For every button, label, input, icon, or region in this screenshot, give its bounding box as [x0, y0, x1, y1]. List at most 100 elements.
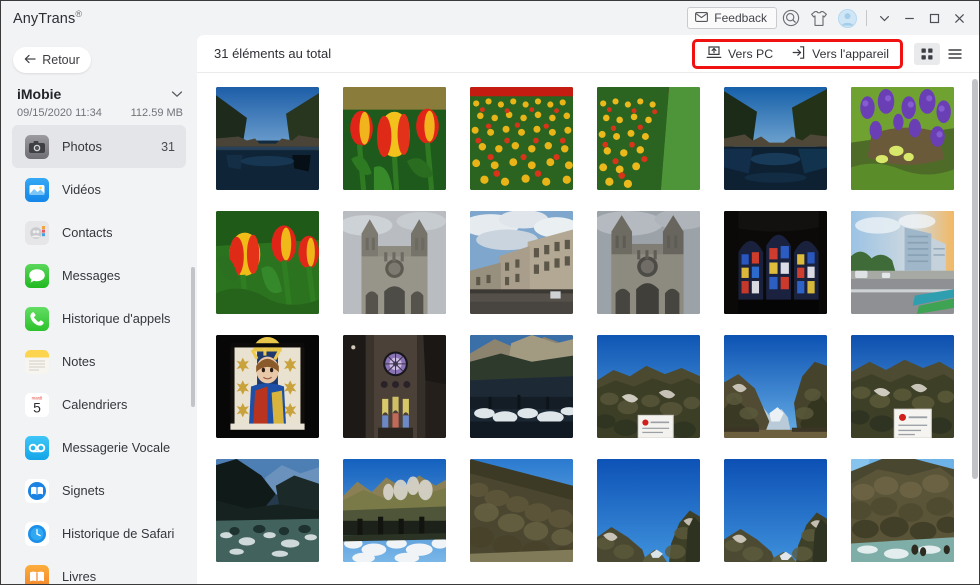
- to-device-label: Vers l'appareil: [812, 46, 889, 61]
- title-bar: AnyTrans® Feedback: [1, 1, 979, 35]
- safari-history-icon: [25, 521, 49, 546]
- sidebar-item-contacts[interactable]: Contacts: [12, 211, 186, 254]
- content-toolbar: 31 éléments au total Vers PC Vers l'appa…: [197, 35, 979, 73]
- sidebar-item-label: Livres: [62, 569, 97, 584]
- sidebar-item-voicemail[interactable]: Messagerie Vocale: [12, 426, 186, 469]
- photo-thumbnail[interactable]: [216, 459, 319, 562]
- photo-thumbnail[interactable]: [343, 459, 446, 562]
- sidebar-item-label: Historique d'appels: [62, 311, 171, 326]
- sidebar-item-label: Messagerie Vocale: [62, 440, 171, 455]
- device-selector[interactable]: iMobie: [17, 85, 183, 103]
- app-title-text: AnyTrans: [13, 10, 76, 27]
- title-bar-controls: Feedback: [687, 5, 979, 31]
- transfer-buttons-highlight: Vers PC Vers l'appareil: [692, 38, 903, 69]
- toolbar-actions: Vers PC Vers l'appareil: [692, 38, 979, 69]
- photo-thumbnail[interactable]: [851, 87, 954, 190]
- photo-thumbnail[interactable]: [724, 211, 827, 314]
- minimize-icon[interactable]: [897, 5, 922, 31]
- sidebar-item-label: Calendriers: [62, 397, 128, 412]
- total-count-label: 31 éléments au total: [214, 46, 332, 61]
- notes-icon: [25, 349, 49, 374]
- feedback-button[interactable]: Feedback: [687, 7, 777, 29]
- registered-mark: ®: [75, 9, 83, 20]
- sidebar-item-bookmarks[interactable]: Signets: [12, 469, 186, 512]
- sidebar-scrollbar[interactable]: [191, 267, 195, 407]
- to-pc-button[interactable]: Vers PC: [700, 43, 779, 65]
- calendar-icon: mardi 5: [25, 392, 49, 417]
- device-meta: 09/15/2020 11:34 112.59 MB: [17, 107, 183, 119]
- close-icon[interactable]: [947, 5, 972, 31]
- sidebar-item-label: Historique de Safari: [62, 526, 175, 541]
- photo-thumbnail[interactable]: [470, 335, 573, 438]
- app-title: AnyTrans®: [13, 9, 82, 27]
- sidebar-item-messages[interactable]: Messages: [12, 254, 186, 297]
- device-date: 09/15/2020 11:34: [17, 107, 102, 119]
- user-avatar-icon[interactable]: [833, 5, 861, 31]
- skin-theme-icon[interactable]: [805, 5, 833, 31]
- photo-thumbnail[interactable]: [343, 335, 446, 438]
- sidebar-item-notes[interactable]: Notes: [12, 340, 186, 383]
- sidebar-item-label: Contacts: [62, 225, 113, 240]
- photo-thumbnail[interactable]: [470, 211, 573, 314]
- content-scrollbar[interactable]: [972, 79, 978, 479]
- photo-thumbnail[interactable]: [216, 211, 319, 314]
- sidebar: Retour iMobie 09/15/2020 11:34 112.59 MB: [1, 35, 197, 584]
- import-to-device-icon: [791, 45, 806, 63]
- photo-grid-scroll-area: [197, 73, 979, 584]
- photo-thumbnail[interactable]: [470, 87, 573, 190]
- sidebar-item-call-history[interactable]: Historique d'appels: [12, 297, 186, 340]
- photo-thumbnail[interactable]: [851, 211, 954, 314]
- to-pc-label: Vers PC: [728, 46, 774, 61]
- photo-thumbnail[interactable]: [724, 335, 827, 438]
- photo-thumbnail[interactable]: [724, 87, 827, 190]
- grid-view-icon[interactable]: [914, 42, 940, 65]
- svg-text:5: 5: [33, 399, 41, 415]
- device-name: iMobie: [17, 86, 62, 102]
- photo-thumbnail[interactable]: [343, 87, 446, 190]
- photo-thumbnail[interactable]: [597, 87, 700, 190]
- photo-thumbnail[interactable]: [216, 87, 319, 190]
- photo-thumbnail[interactable]: [343, 211, 446, 314]
- sidebar-item-books[interactable]: Livres: [12, 555, 186, 584]
- sidebar-item-photos[interactable]: Photos 31: [12, 125, 186, 168]
- photo-thumbnail[interactable]: [851, 335, 954, 438]
- contacts-icon: [25, 220, 49, 245]
- back-button-label: Retour: [42, 53, 80, 67]
- sidebar-item-calendars[interactable]: mardi 5 Calendriers: [12, 383, 186, 426]
- arrow-left-icon: [24, 53, 37, 67]
- sidebar-item-label: Signets: [62, 483, 105, 498]
- search-icon[interactable]: [777, 5, 805, 31]
- list-view-icon[interactable]: [942, 43, 968, 65]
- photo-grid: [197, 73, 979, 562]
- back-button[interactable]: Retour: [13, 47, 91, 73]
- to-device-button[interactable]: Vers l'appareil: [785, 43, 895, 65]
- sidebar-item-label: Notes: [62, 354, 96, 369]
- photo-thumbnail[interactable]: [597, 335, 700, 438]
- sidebar-item-safari-history[interactable]: Historique de Safari: [12, 512, 186, 555]
- phone-icon: [25, 306, 49, 331]
- export-to-pc-icon: [706, 45, 722, 63]
- device-size: 112.59 MB: [130, 107, 183, 119]
- photo-thumbnail[interactable]: [597, 211, 700, 314]
- voicemail-icon: [25, 435, 49, 460]
- bookmarks-icon: [25, 478, 49, 503]
- video-icon: [25, 177, 49, 202]
- envelope-icon: [695, 11, 709, 25]
- control-divider: [866, 10, 867, 26]
- sidebar-item-label: Vidéos: [62, 182, 101, 197]
- camera-icon: [25, 134, 49, 159]
- chevron-down-icon: [171, 85, 183, 103]
- sidebar-item-videos[interactable]: Vidéos: [12, 168, 186, 211]
- sidebar-nav: Photos 31 Vidéos Contacts Messages Histo…: [1, 125, 197, 584]
- sidebar-item-count: 31: [161, 139, 175, 154]
- photo-thumbnail[interactable]: [216, 335, 319, 438]
- books-icon: [25, 564, 49, 584]
- sidebar-item-label: Messages: [62, 268, 121, 283]
- photo-thumbnail[interactable]: [470, 459, 573, 562]
- photo-thumbnail[interactable]: [724, 459, 827, 562]
- chevron-down-icon[interactable]: [872, 5, 897, 31]
- photo-thumbnail[interactable]: [851, 459, 954, 562]
- photo-thumbnail[interactable]: [597, 459, 700, 562]
- maximize-icon[interactable]: [922, 5, 947, 31]
- content-panel: 31 éléments au total Vers PC Vers l'appa…: [197, 35, 979, 584]
